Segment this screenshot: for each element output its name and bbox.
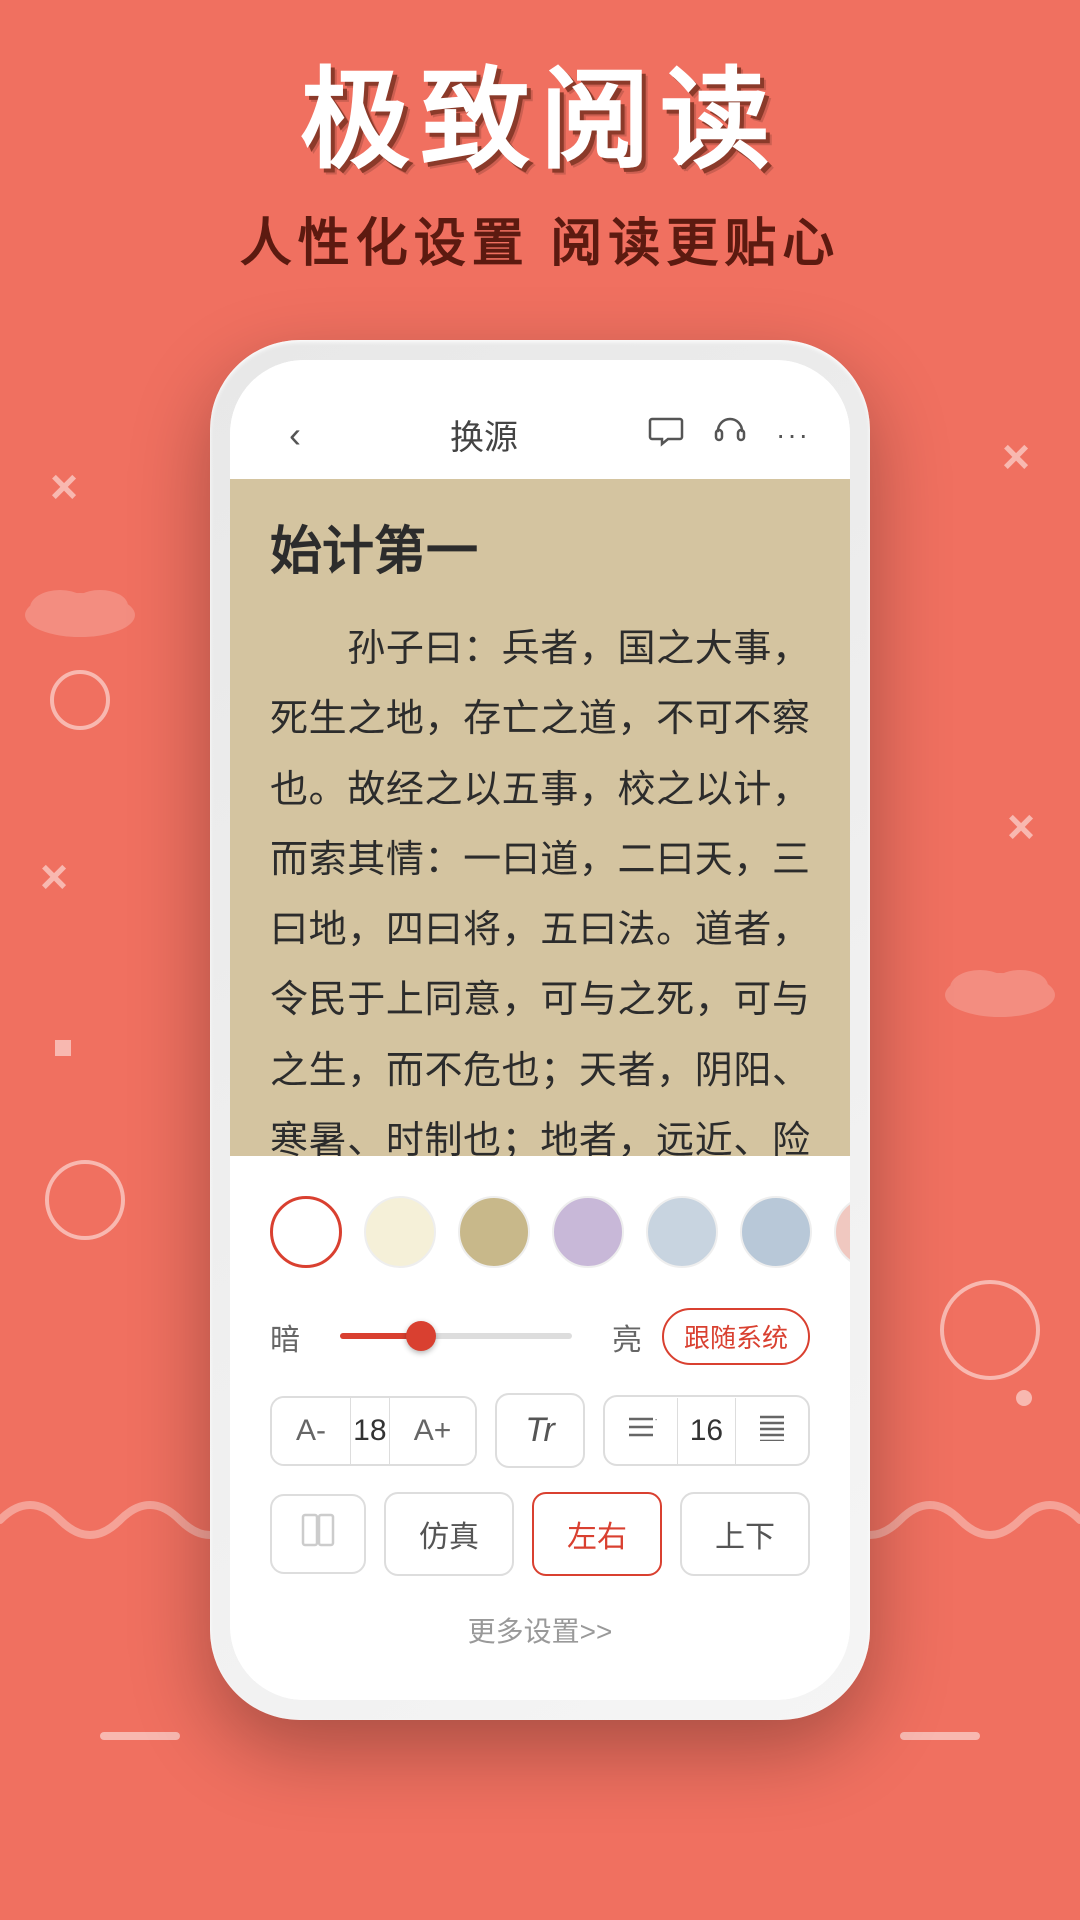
simulated-mode-label: 仿真	[419, 1521, 479, 1554]
page-mode-row: 仿真 左右 上下	[270, 1492, 810, 1576]
color-swatch-white[interactable]	[270, 1196, 342, 1268]
color-swatch-lightblue[interactable]	[646, 1196, 718, 1268]
reading-area: 始计第一 孙子曰：兵者，国之大事，死生之地，存亡之道，不可不察也。故经之以五事，…	[230, 479, 850, 1156]
deco-x-1: ×	[50, 460, 78, 515]
color-swatches	[270, 1186, 810, 1278]
font-settings-row: A- 18 A+ Tr	[270, 1393, 810, 1468]
deco-dash-2	[900, 1732, 980, 1740]
line-spacing-value: 16	[677, 1398, 736, 1464]
line-spacing-increase-icon[interactable]	[736, 1397, 808, 1464]
phone-outer: ‹ 换源	[210, 340, 870, 1720]
deco-dash-1	[100, 1732, 180, 1740]
deco-dot-2	[1016, 1390, 1032, 1406]
font-type-icon: Tr	[525, 1411, 555, 1449]
reading-content: 孙子曰：兵者，国之大事，死生之地，存亡之道，不可不察也。故经之以五事，校之以计，…	[270, 614, 810, 1156]
color-swatch-blue[interactable]	[740, 1196, 812, 1268]
vertical-mode-button[interactable]: 上下	[680, 1492, 810, 1576]
color-swatch-tan[interactable]	[458, 1196, 530, 1268]
font-type-button[interactable]: Tr	[495, 1393, 585, 1468]
font-size-group: A- 18 A+	[270, 1396, 477, 1466]
font-size-value: 18	[350, 1398, 390, 1464]
slider-track	[340, 1333, 572, 1339]
vertical-mode-label: 上下	[715, 1521, 775, 1554]
font-increase-button[interactable]: A+	[390, 1398, 476, 1464]
phone-screen: ‹ 换源	[230, 360, 850, 1700]
main-title: 极致阅读	[0, 60, 1080, 181]
blob-2	[940, 960, 1060, 1020]
brightness-row: 暗 亮 跟随系统	[270, 1308, 810, 1365]
title-area: 极致阅读 人性化设置 阅读更贴心	[0, 0, 1080, 276]
phone-inner: ‹ 换源	[230, 360, 850, 1700]
horizontal-mode-label: 左右	[567, 1521, 627, 1554]
horizontal-mode-button[interactable]: 左右	[532, 1492, 662, 1576]
audio-icon[interactable]	[712, 413, 748, 457]
brightness-slider[interactable]	[340, 1333, 572, 1341]
back-button[interactable]: ‹	[270, 414, 320, 456]
blob-1	[20, 580, 140, 640]
nav-bar: ‹ 换源	[230, 360, 850, 479]
deco-circle-3	[940, 1280, 1040, 1380]
color-swatch-pink[interactable]	[834, 1196, 850, 1268]
page-layout-icon[interactable]	[270, 1494, 366, 1574]
line-spacing-decrease-icon[interactable]: ÷	[605, 1397, 677, 1464]
font-decrease-button[interactable]: A-	[272, 1398, 350, 1464]
phone-mockup: ‹ 换源	[210, 340, 870, 1720]
deco-circle-2	[45, 1160, 125, 1240]
simulated-mode-button[interactable]: 仿真	[384, 1492, 514, 1576]
deco-x-6: ×	[1002, 430, 1030, 485]
deco-dot-1	[55, 1040, 71, 1056]
slider-thumb[interactable]	[406, 1321, 436, 1351]
color-swatch-cream[interactable]	[364, 1196, 436, 1268]
settings-panel: 暗 亮 跟随系统 A-	[230, 1156, 850, 1700]
nav-title: 换源	[450, 410, 518, 459]
nav-icons: ···	[648, 413, 810, 457]
light-label: 亮	[592, 1315, 642, 1359]
chat-icon[interactable]	[648, 413, 684, 457]
chapter-title: 始计第一	[270, 509, 810, 584]
color-swatch-lavender[interactable]	[552, 1196, 624, 1268]
more-settings-label: 更多设置>>	[468, 1616, 613, 1647]
dark-label: 暗	[270, 1315, 320, 1359]
more-settings[interactable]: 更多设置>>	[270, 1600, 810, 1670]
svg-text:÷: ÷	[655, 1415, 657, 1426]
more-icon[interactable]: ···	[776, 419, 810, 451]
line-spacing-group: ÷ 16	[603, 1395, 810, 1466]
deco-x-7: ×	[1007, 800, 1035, 855]
deco-circle-1	[50, 670, 110, 730]
follow-system-button[interactable]: 跟随系统	[662, 1308, 810, 1365]
subtitle: 人性化设置 阅读更贴心	[0, 201, 1080, 276]
deco-x-3: ×	[40, 850, 68, 905]
